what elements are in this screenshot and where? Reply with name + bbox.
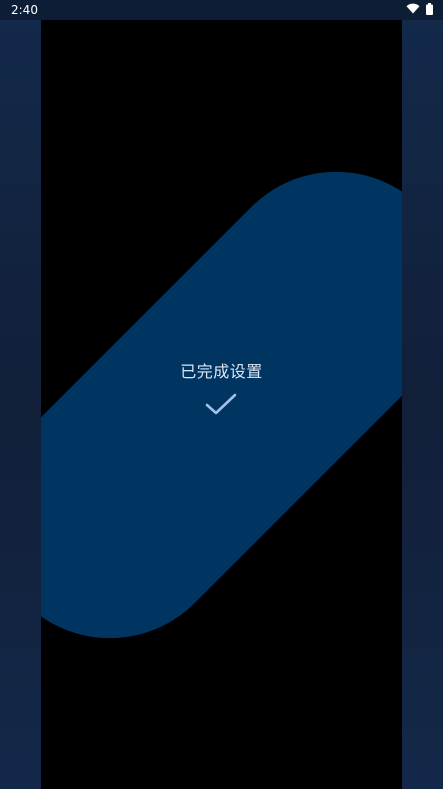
status-bar: 2:40 [0,0,443,20]
left-side-panel [0,20,41,789]
right-side-panel [402,20,443,789]
screen: 2:40 已完成设置 [0,0,443,789]
status-time: 2:40 [11,3,38,17]
setup-complete-panel: 已完成设置 [41,20,402,789]
wifi-icon [406,3,420,17]
status-icons [406,2,433,18]
checkmark-icon [205,392,237,418]
setup-complete-label: 已完成设置 [180,362,263,381]
battery-icon [426,2,433,18]
